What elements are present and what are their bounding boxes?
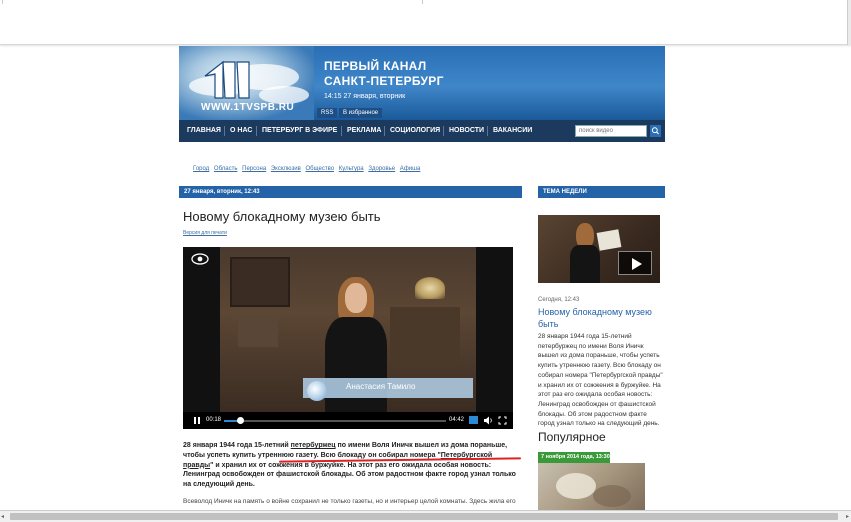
web-page: WWW.1TVSPB.RU ПЕРВЫЙ КАНАЛ САНКТ-ПЕТЕРБУ…	[0, 46, 851, 514]
globe-icon	[307, 381, 327, 401]
article-title: Новому блокадному музею быть	[183, 209, 381, 224]
popular-heading: Популярное	[538, 430, 606, 444]
scroll-right-icon[interactable]: ▸	[846, 513, 849, 520]
nav-separator	[384, 126, 385, 136]
site-url[interactable]: WWW.1TVSPB.RU	[201, 102, 294, 113]
presenter-body-shape	[570, 245, 600, 283]
newspaper-shape	[596, 229, 622, 251]
theme-of-week-header: ТЕМА НЕДЕЛИ	[538, 186, 665, 198]
site-header: WWW.1TVSPB.RU ПЕРВЫЙ КАНАЛ САНКТ-ПЕТЕРБУ…	[179, 46, 665, 120]
search-button[interactable]	[650, 125, 661, 137]
print-version-link[interactable]: Версия для печати	[183, 230, 227, 236]
nav-separator	[341, 126, 342, 136]
category-link-afisha[interactable]: Афиша	[400, 166, 421, 172]
progress-bar[interactable]	[224, 417, 446, 424]
nav-item-vacancies[interactable]: ВАКАНСИИ	[493, 127, 532, 134]
category-link-region[interactable]: Область	[214, 166, 238, 172]
category-link-exclusive[interactable]: Эксклюзив	[271, 166, 301, 172]
lead-text: 28 января 1944 года 15-летний	[183, 442, 291, 449]
search-input[interactable]	[575, 125, 647, 137]
category-link-health[interactable]: Здоровье	[368, 166, 395, 172]
caption-person-name: Анастасия Тамило	[346, 382, 416, 391]
picture-frame-shape	[238, 317, 278, 347]
nav-item-home[interactable]: ГЛАВНАЯ	[187, 127, 221, 134]
category-links: Город Область Персона Эксклюзив Общество…	[193, 166, 423, 172]
scroll-left-icon[interactable]: ◂	[1, 513, 4, 520]
nav-item-news[interactable]: НОВОСТИ	[449, 127, 484, 134]
header-datetime: 14:15 27 января, вторник	[324, 93, 406, 100]
play-icon	[632, 258, 642, 270]
channel-name: ПЕРВЫЙ КАНАЛ САНКТ-ПЕТЕРБУРГ	[324, 59, 444, 89]
rss-button[interactable]: RSS	[317, 108, 338, 118]
nav-item-advertising[interactable]: РЕКЛАМА	[347, 127, 381, 134]
nav-item-about[interactable]: О НАС	[230, 127, 252, 134]
article-date-bar: 27 января, вторник, 12:43	[179, 186, 522, 198]
nav-item-on-air[interactable]: ПЕТЕРБУРГ В ЭФИРЕ	[262, 127, 337, 134]
progress-handle[interactable]	[236, 417, 244, 424]
furniture-shape	[390, 307, 460, 367]
thumbnail-shape	[593, 485, 631, 507]
play-button[interactable]	[618, 251, 652, 275]
vertical-scrollbar[interactable]	[847, 0, 851, 45]
search-icon	[651, 127, 659, 135]
theme-title-link[interactable]: Новому блокадному музею быть	[538, 306, 663, 330]
theme-date: Сегодня, 12:43	[538, 297, 580, 303]
lamp-shape	[415, 277, 445, 299]
eye-icon[interactable]	[191, 253, 209, 265]
theme-summary: 28 января 1944 года 15-летний петербурже…	[538, 333, 663, 428]
pause-icon[interactable]	[192, 416, 202, 425]
nav-separator	[224, 126, 225, 136]
popular-date-badge: 7 ноября 2014 года, 13:30	[538, 452, 610, 463]
bookshelf-shape	[230, 257, 290, 307]
category-link-person[interactable]: Персона	[242, 166, 266, 172]
article-body: Всеволод Иничк на память о войне сохрани…	[183, 498, 516, 505]
video-player[interactable]: Анастасия Тамило 00:18 04:42	[183, 247, 513, 429]
toolbar-tick	[2, 0, 3, 4]
theme-video-thumbnail[interactable]	[538, 215, 660, 283]
video-controls: 00:18 04:42	[183, 412, 513, 429]
horizontal-scrollbar[interactable]: ◂ ▸	[0, 510, 851, 522]
channel-name-line: САНКТ-ПЕТЕРБУРГ	[324, 74, 444, 88]
nav-separator	[256, 126, 257, 136]
favorites-button[interactable]: В избранное	[339, 108, 383, 118]
lead-text: " и хранил их от сожжения в буржуйке. На…	[183, 461, 516, 489]
article-lead: 28 января 1944 года 15-летний петербурже…	[183, 441, 519, 490]
category-link-society[interactable]: Общество	[306, 166, 335, 172]
presenter-face-shape	[345, 283, 367, 313]
popular-thumbnail[interactable]	[538, 463, 645, 514]
channel-name-line: ПЕРВЫЙ КАНАЛ	[324, 59, 427, 73]
quality-icon[interactable]	[469, 416, 478, 424]
category-link-culture[interactable]: Культура	[339, 166, 364, 172]
fullscreen-icon[interactable]	[498, 416, 507, 425]
volume-icon[interactable]	[483, 416, 493, 425]
nav-separator	[443, 126, 444, 136]
browser-toolbar	[0, 0, 851, 45]
lead-link-petersburger[interactable]: петербуржец	[291, 442, 336, 449]
channel-one-logo-icon[interactable]	[201, 54, 253, 100]
thumbnail-shape	[556, 473, 596, 499]
nav-item-sociology[interactable]: СОЦИОЛОГИЯ	[390, 127, 440, 134]
time-total: 04:42	[449, 417, 465, 423]
scrollbar-thumb[interactable]	[10, 513, 838, 520]
main-nav: ГЛАВНАЯ О НАС ПЕТЕРБУРГ В ЭФИРЕ РЕКЛАМА …	[179, 120, 665, 142]
category-link-city[interactable]: Город	[193, 166, 209, 172]
toolbar-tick	[422, 0, 423, 4]
nav-separator	[487, 126, 488, 136]
time-current: 00:18	[206, 417, 222, 423]
